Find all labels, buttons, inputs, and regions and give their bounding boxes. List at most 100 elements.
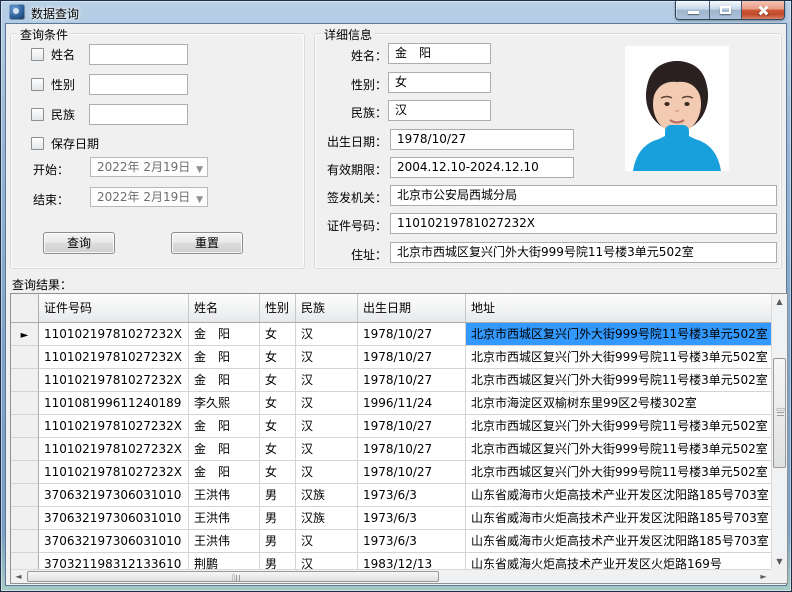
row-header-column[interactable] <box>11 294 39 322</box>
cell-birth-date[interactable]: 1973/6/3 <box>358 530 466 553</box>
cell-id-number[interactable]: 11010219781027232X <box>39 461 189 484</box>
ethnicity-filter-input[interactable] <box>89 104 188 125</box>
cell-id-number[interactable]: 110108199611240189 <box>39 392 189 415</box>
table-row[interactable]: 11010219781027232X 金 阳 女 汉 1978/10/27 北京… <box>11 438 771 461</box>
cell-birth-date[interactable]: 1978/10/27 <box>358 323 466 346</box>
column-header-address[interactable]: 地址 <box>466 294 771 322</box>
cell-name[interactable]: 王洪伟 <box>189 484 260 507</box>
detail-id-number-field[interactable]: 11010219781027232X <box>390 213 777 234</box>
cell-birth-date[interactable]: 1973/6/3 <box>358 484 466 507</box>
cell-birth-date[interactable]: 1983/12/13 <box>358 553 466 569</box>
table-row[interactable]: 11010219781027232X 金 阳 女 汉 1978/10/27 北京… <box>11 461 771 484</box>
cell-name[interactable]: 金 阳 <box>189 346 260 369</box>
row-header-cell[interactable] <box>11 530 39 553</box>
title-bar[interactable]: 数据查询 <box>1 1 791 23</box>
cell-gender[interactable]: 女 <box>260 438 296 461</box>
cell-gender[interactable]: 女 <box>260 415 296 438</box>
cell-address[interactable]: 山东省威海市火炬高技术产业开发区沈阳路185号703室 <box>466 530 771 553</box>
cell-id-number[interactable]: 370321198312133610 <box>39 553 189 569</box>
column-header-id-number[interactable]: 证件号码 <box>39 294 189 322</box>
row-header-cell[interactable] <box>11 369 39 392</box>
close-button[interactable] <box>741 1 784 19</box>
row-header-cell[interactable]: ► <box>11 323 39 346</box>
cell-name[interactable]: 李久熙 <box>189 392 260 415</box>
query-button[interactable]: 查询 <box>43 232 115 254</box>
table-row[interactable]: 11010219781027232X 金 阳 女 汉 1978/10/27 北京… <box>11 346 771 369</box>
cell-ethnicity[interactable]: 汉 <box>296 415 358 438</box>
vertical-scrollbar[interactable]: ▲ ▼ <box>771 294 787 569</box>
row-header-cell[interactable] <box>11 438 39 461</box>
table-row[interactable]: 11010219781027232X 金 阳 女 汉 1978/10/27 北京… <box>11 369 771 392</box>
table-row[interactable]: 370632197306031010 王洪伟 男 汉族 1973/6/3 山东省… <box>11 507 771 530</box>
save-date-checkbox[interactable] <box>31 137 44 150</box>
row-header-cell[interactable] <box>11 415 39 438</box>
cell-ethnicity[interactable]: 汉 <box>296 438 358 461</box>
cell-id-number[interactable]: 370632197306031010 <box>39 507 189 530</box>
cell-id-number[interactable]: 370632197306031010 <box>39 530 189 553</box>
cell-birth-date[interactable]: 1978/10/27 <box>358 415 466 438</box>
cell-id-number[interactable]: 11010219781027232X <box>39 323 189 346</box>
detail-valid-period-field[interactable]: 2004.12.10-2024.12.10 <box>390 157 574 178</box>
end-date-picker[interactable]: 2022年 2月19日 ▼ <box>90 187 208 207</box>
detail-gender-field[interactable]: 女 <box>388 72 491 93</box>
row-header-cell[interactable] <box>11 484 39 507</box>
cell-ethnicity[interactable]: 汉 <box>296 530 358 553</box>
cell-birth-date[interactable]: 1973/6/3 <box>358 507 466 530</box>
cell-ethnicity[interactable]: 汉 <box>296 392 358 415</box>
cell-ethnicity[interactable]: 汉族 <box>296 507 358 530</box>
cell-address[interactable]: 北京市海淀区双榆树东里99区2号楼302室 <box>466 392 771 415</box>
cell-birth-date[interactable]: 1978/10/27 <box>358 369 466 392</box>
horizontal-scroll-thumb[interactable] <box>27 571 439 582</box>
table-row[interactable]: 11010219781027232X 金 阳 女 汉 1978/10/27 北京… <box>11 415 771 438</box>
table-row[interactable]: ► 11010219781027232X 金 阳 女 汉 1978/10/27 … <box>11 323 771 346</box>
cell-id-number[interactable]: 11010219781027232X <box>39 346 189 369</box>
row-header-cell[interactable] <box>11 553 39 569</box>
detail-issuing-authority-field[interactable]: 北京市公安局西城分局 <box>390 185 777 206</box>
column-header-gender[interactable]: 性别 <box>260 294 296 322</box>
name-filter-input[interactable] <box>89 44 188 65</box>
cell-ethnicity[interactable]: 汉 <box>296 553 358 569</box>
scroll-down-icon[interactable]: ▼ <box>772 554 787 569</box>
cell-gender[interactable]: 男 <box>260 530 296 553</box>
cell-ethnicity[interactable]: 汉 <box>296 461 358 484</box>
cell-address[interactable]: 北京市西城区复兴门外大街999号院11号楼3单元502室 <box>466 369 771 392</box>
detail-ethnicity-field[interactable]: 汉 <box>388 100 491 121</box>
detail-birth-date-field[interactable]: 1978/10/27 <box>390 129 574 150</box>
table-row[interactable]: 370321198312133610 荆鹏 男 汉 1983/12/13 山东省… <box>11 553 771 569</box>
cell-address[interactable]: 北京市西城区复兴门外大街999号院11号楼3单元502室 <box>466 461 771 484</box>
cell-birth-date[interactable]: 1978/10/27 <box>358 461 466 484</box>
cell-id-number[interactable]: 370632197306031010 <box>39 484 189 507</box>
column-header-name[interactable]: 姓名 <box>189 294 260 322</box>
cell-gender[interactable]: 男 <box>260 507 296 530</box>
cell-name[interactable]: 金 阳 <box>189 323 260 346</box>
row-header-cell[interactable] <box>11 507 39 530</box>
cell-address[interactable]: 山东省威海市火炬高技术产业开发区沈阳路185号703室 <box>466 484 771 507</box>
column-header-ethnicity[interactable]: 民族 <box>296 294 358 322</box>
cell-ethnicity[interactable]: 汉族 <box>296 484 358 507</box>
cell-address[interactable]: 北京市西城区复兴门外大街999号院11号楼3单元502室 <box>466 438 771 461</box>
reset-button[interactable]: 重置 <box>171 232 243 254</box>
scroll-up-icon[interactable]: ▲ <box>772 294 787 309</box>
cell-id-number[interactable]: 11010219781027232X <box>39 438 189 461</box>
gender-filter-input[interactable] <box>89 74 188 95</box>
cell-gender[interactable]: 女 <box>260 369 296 392</box>
cell-address[interactable]: 北京市西城区复兴门外大街999号院11号楼3单元502室 <box>466 346 771 369</box>
cell-name[interactable]: 金 阳 <box>189 369 260 392</box>
horizontal-scrollbar[interactable]: ◄ ► <box>11 569 771 583</box>
vertical-scroll-thumb[interactable] <box>773 358 786 468</box>
cell-ethnicity[interactable]: 汉 <box>296 323 358 346</box>
cell-gender[interactable]: 男 <box>260 484 296 507</box>
table-row[interactable]: 110108199611240189 李久熙 女 汉 1996/11/24 北京… <box>11 392 771 415</box>
row-header-cell[interactable] <box>11 346 39 369</box>
cell-address[interactable]: 山东省威海火炬高技术产业开发区火炬路169号 <box>466 553 771 569</box>
cell-name[interactable]: 金 阳 <box>189 438 260 461</box>
cell-gender[interactable]: 女 <box>260 461 296 484</box>
table-row[interactable]: 370632197306031010 王洪伟 男 汉 1973/6/3 山东省威… <box>11 530 771 553</box>
row-header-cell[interactable] <box>11 461 39 484</box>
scroll-left-icon[interactable]: ◄ <box>11 570 26 583</box>
cell-address[interactable]: 北京市西城区复兴门外大街999号院11号楼3单元502室 <box>466 415 771 438</box>
table-row[interactable]: 370632197306031010 王洪伟 男 汉族 1973/6/3 山东省… <box>11 484 771 507</box>
maximize-button[interactable] <box>709 1 741 19</box>
cell-name[interactable]: 王洪伟 <box>189 507 260 530</box>
detail-address-field[interactable]: 北京市西城区复兴门外大街999号院11号楼3单元502室 <box>390 242 777 263</box>
